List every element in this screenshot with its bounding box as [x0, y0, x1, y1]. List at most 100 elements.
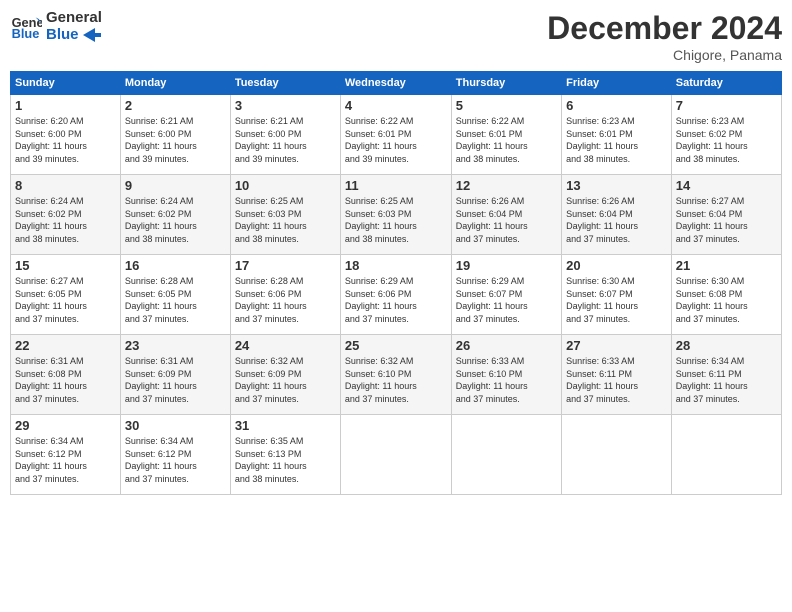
day-number: 4	[345, 98, 447, 113]
day-info: Sunrise: 6:34 AMSunset: 6:11 PMDaylight:…	[676, 355, 777, 405]
day-number: 29	[15, 418, 116, 433]
calendar-day-7: 7 Sunrise: 6:23 AMSunset: 6:02 PMDaylight…	[671, 95, 781, 175]
day-number: 23	[125, 338, 226, 353]
calendar-day-16: 16Sunrise: 6:28 AMSunset: 6:05 PMDayligh…	[120, 255, 230, 335]
day-info: Sunrise: 6:32 AMSunset: 6:10 PMDaylight:…	[345, 355, 447, 405]
day-info: Sunrise: 6:34 AMSunset: 6:12 PMDaylight:…	[15, 435, 116, 485]
day-info: Sunrise: 6:21 AMSunset: 6:00 PMDaylight:…	[125, 115, 226, 165]
day-info: Sunrise: 6:28 AMSunset: 6:06 PMDaylight:…	[235, 275, 336, 325]
day-info: Sunrise: 6:28 AMSunset: 6:05 PMDaylight:…	[125, 275, 226, 325]
day-number: 2	[125, 98, 226, 113]
calendar-week-1: 1 Sunrise: 6:20 AMSunset: 6:00 PMDaylight…	[11, 95, 782, 175]
calendar-header-sunday: Sunday	[11, 72, 121, 95]
day-info: Sunrise: 6:22 AMSunset: 6:01 PMDaylight:…	[456, 115, 557, 165]
header: General Blue General Blue December 2024 …	[10, 10, 782, 63]
logo-blue: Blue	[46, 27, 102, 44]
day-info: Sunrise: 6:26 AMSunset: 6:04 PMDaylight:…	[566, 195, 667, 245]
day-number: 20	[566, 258, 667, 273]
day-number: 7	[676, 98, 777, 113]
day-number: 9	[125, 178, 226, 193]
day-info: Sunrise: 6:31 AMSunset: 6:09 PMDaylight:…	[125, 355, 226, 405]
day-number: 13	[566, 178, 667, 193]
day-number: 27	[566, 338, 667, 353]
calendar-header-tuesday: Tuesday	[230, 72, 340, 95]
calendar-day-31: 31 Sunrise: 6:35 AMSunset: 6:13 PMDayligh…	[230, 415, 340, 495]
calendar-day-30: 30 Sunrise: 6:34 AMSunset: 6:12 PMDayligh…	[120, 415, 230, 495]
day-info: Sunrise: 6:30 AMSunset: 6:08 PMDaylight:…	[676, 275, 777, 325]
calendar-day-13: 13 Sunrise: 6:26 AMSunset: 6:04 PMDayligh…	[562, 175, 672, 255]
empty-cell	[451, 415, 561, 495]
calendar-day-18: 18 Sunrise: 6:29 AMSunset: 6:06 PMDayligh…	[340, 255, 451, 335]
day-info: Sunrise: 6:35 AMSunset: 6:13 PMDaylight:…	[235, 435, 336, 485]
day-info: Sunrise: 6:32 AMSunset: 6:09 PMDaylight:…	[235, 355, 336, 405]
day-number: 1	[15, 98, 116, 113]
logo: General Blue General Blue	[10, 10, 102, 43]
calendar-header-row: SundayMondayTuesdayWednesdayThursdayFrid…	[11, 72, 782, 95]
day-info: Sunrise: 6:23 AMSunset: 6:01 PMDaylight:…	[566, 115, 667, 165]
title-block: December 2024 Chigore, Panama	[547, 10, 782, 63]
calendar-day-2: 2 Sunrise: 6:21 AMSunset: 6:00 PMDaylight…	[120, 95, 230, 175]
calendar-day-9: 9 Sunrise: 6:24 AMSunset: 6:02 PMDaylight…	[120, 175, 230, 255]
calendar-day-27: 27Sunrise: 6:33 AMSunset: 6:11 PMDayligh…	[562, 335, 672, 415]
day-info: Sunrise: 6:21 AMSunset: 6:00 PMDaylight:…	[235, 115, 336, 165]
day-info: Sunrise: 6:27 AMSunset: 6:04 PMDaylight:…	[676, 195, 777, 245]
calendar-day-6: 6 Sunrise: 6:23 AMSunset: 6:01 PMDaylight…	[562, 95, 672, 175]
calendar: SundayMondayTuesdayWednesdayThursdayFrid…	[10, 71, 782, 495]
calendar-day-15: 15Sunrise: 6:27 AMSunset: 6:05 PMDayligh…	[11, 255, 121, 335]
day-info: Sunrise: 6:31 AMSunset: 6:08 PMDaylight:…	[15, 355, 116, 405]
calendar-day-25: 25Sunrise: 6:32 AMSunset: 6:10 PMDayligh…	[340, 335, 451, 415]
day-number: 17	[235, 258, 336, 273]
calendar-day-17: 17 Sunrise: 6:28 AMSunset: 6:06 PMDayligh…	[230, 255, 340, 335]
logo-icon: General Blue	[10, 11, 42, 43]
day-info: Sunrise: 6:34 AMSunset: 6:12 PMDaylight:…	[125, 435, 226, 485]
page: General Blue General Blue December 2024 …	[0, 0, 792, 612]
calendar-day-8: 8 Sunrise: 6:24 AMSunset: 6:02 PMDaylight…	[11, 175, 121, 255]
location: Chigore, Panama	[547, 47, 782, 63]
day-info: Sunrise: 6:29 AMSunset: 6:06 PMDaylight:…	[345, 275, 447, 325]
day-info: Sunrise: 6:25 AMSunset: 6:03 PMDaylight:…	[345, 195, 447, 245]
day-number: 24	[235, 338, 336, 353]
svg-text:Blue: Blue	[12, 26, 40, 41]
calendar-day-21: 21 Sunrise: 6:30 AMSunset: 6:08 PMDayligh…	[671, 255, 781, 335]
day-number: 28	[676, 338, 777, 353]
day-number: 31	[235, 418, 336, 433]
day-info: Sunrise: 6:22 AMSunset: 6:01 PMDaylight:…	[345, 115, 447, 165]
day-number: 21	[676, 258, 777, 273]
day-number: 10	[235, 178, 336, 193]
calendar-day-4: 4 Sunrise: 6:22 AMSunset: 6:01 PMDaylight…	[340, 95, 451, 175]
day-info: Sunrise: 6:27 AMSunset: 6:05 PMDaylight:…	[15, 275, 116, 325]
day-info: Sunrise: 6:25 AMSunset: 6:03 PMDaylight:…	[235, 195, 336, 245]
day-info: Sunrise: 6:24 AMSunset: 6:02 PMDaylight:…	[125, 195, 226, 245]
calendar-day-29: 29 Sunrise: 6:34 AMSunset: 6:12 PMDayligh…	[11, 415, 121, 495]
day-number: 8	[15, 178, 116, 193]
day-number: 6	[566, 98, 667, 113]
day-number: 30	[125, 418, 226, 433]
day-info: Sunrise: 6:23 AMSunset: 6:02 PMDaylight:…	[676, 115, 777, 165]
logo-general: General	[46, 10, 102, 27]
day-number: 22	[15, 338, 116, 353]
calendar-week-4: 22 Sunrise: 6:31 AMSunset: 6:08 PMDayligh…	[11, 335, 782, 415]
day-number: 3	[235, 98, 336, 113]
calendar-header-saturday: Saturday	[671, 72, 781, 95]
day-info: Sunrise: 6:33 AMSunset: 6:10 PMDaylight:…	[456, 355, 557, 405]
calendar-day-10: 10 Sunrise: 6:25 AMSunset: 6:03 PMDayligh…	[230, 175, 340, 255]
day-info: Sunrise: 6:24 AMSunset: 6:02 PMDaylight:…	[15, 195, 116, 245]
calendar-week-2: 8 Sunrise: 6:24 AMSunset: 6:02 PMDaylight…	[11, 175, 782, 255]
calendar-day-23: 23 Sunrise: 6:31 AMSunset: 6:09 PMDayligh…	[120, 335, 230, 415]
day-info: Sunrise: 6:20 AMSunset: 6:00 PMDaylight:…	[15, 115, 116, 165]
day-number: 5	[456, 98, 557, 113]
month-title: December 2024	[547, 10, 782, 47]
day-number: 18	[345, 258, 447, 273]
calendar-header-friday: Friday	[562, 72, 672, 95]
calendar-day-28: 28 Sunrise: 6:34 AMSunset: 6:11 PMDayligh…	[671, 335, 781, 415]
day-number: 14	[676, 178, 777, 193]
calendar-day-12: 12Sunrise: 6:26 AMSunset: 6:04 PMDayligh…	[451, 175, 561, 255]
day-info: Sunrise: 6:29 AMSunset: 6:07 PMDaylight:…	[456, 275, 557, 325]
calendar-day-11: 11 Sunrise: 6:25 AMSunset: 6:03 PMDayligh…	[340, 175, 451, 255]
day-info: Sunrise: 6:30 AMSunset: 6:07 PMDaylight:…	[566, 275, 667, 325]
day-number: 11	[345, 178, 447, 193]
day-number: 12	[456, 178, 557, 193]
calendar-day-26: 26Sunrise: 6:33 AMSunset: 6:10 PMDayligh…	[451, 335, 561, 415]
calendar-header-thursday: Thursday	[451, 72, 561, 95]
calendar-day-1: 1 Sunrise: 6:20 AMSunset: 6:00 PMDaylight…	[11, 95, 121, 175]
